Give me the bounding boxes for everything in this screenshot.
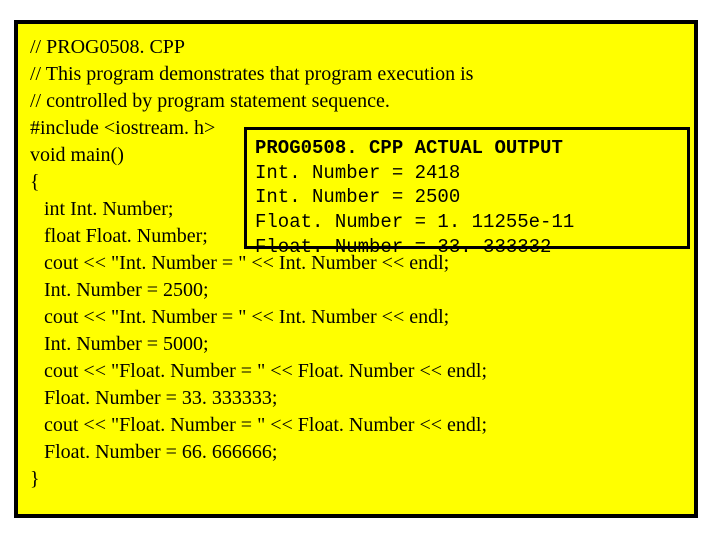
close-brace: } [30, 466, 682, 493]
code-frame: // PROG0508. CPP // This program demonst… [14, 20, 698, 518]
comment-line-2: // This program demonstrates that progra… [30, 61, 682, 88]
code-line: Int. Number = 2500; [44, 277, 682, 304]
comment-line-3: // controlled by program statement seque… [30, 88, 682, 115]
code-line: Float. Number = 66. 666666; [44, 439, 682, 466]
output-line: Float. Number = 1. 11255e-11 [255, 210, 679, 235]
output-line: Int. Number = 2418 [255, 161, 679, 186]
code-line: Int. Number = 5000; [44, 331, 682, 358]
output-line: Float. Number = 33. 333332 [255, 235, 679, 260]
code-line: cout << "Int. Number = " << Int. Number … [44, 304, 682, 331]
comment-line-1: // PROG0508. CPP [30, 34, 682, 61]
output-frame: PROG0508. CPP ACTUAL OUTPUT Int. Number … [244, 127, 690, 249]
output-line: Int. Number = 2500 [255, 185, 679, 210]
code-line: cout << "Float. Number = " << Float. Num… [44, 412, 682, 439]
code-line: cout << "Float. Number = " << Float. Num… [44, 358, 682, 385]
output-title: PROG0508. CPP ACTUAL OUTPUT [255, 136, 679, 161]
code-line: Float. Number = 33. 333333; [44, 385, 682, 412]
